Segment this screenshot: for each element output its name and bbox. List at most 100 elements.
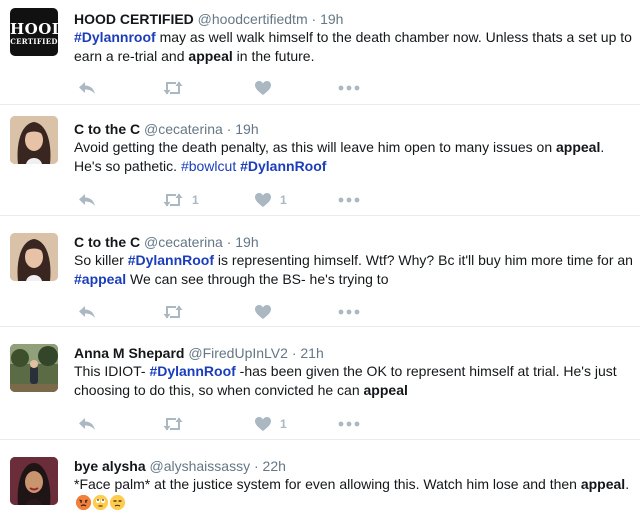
tweet-text: #Dylannroof may as well walk himself to … [74,28,634,66]
retweet-button[interactable]: 1 [162,190,199,210]
reply-button[interactable] [78,190,96,210]
like-count: 1 [280,193,287,207]
tweet-header: C to the C @cecaterina · 19h [74,233,259,251]
timestamp[interactable]: 19h [235,121,258,137]
tweet-actions [74,302,394,322]
retweet-icon [163,417,183,431]
hashtag-link[interactable]: #Dylannroof [74,29,156,45]
more-dots-icon [338,85,360,91]
timestamp[interactable]: 19h [320,11,343,27]
unamused-face-emoji [110,495,125,510]
text-segment: Avoid getting the death penalty, as this… [74,139,556,155]
retweet-button[interactable] [162,302,184,322]
avatar[interactable] [10,116,58,164]
avatar[interactable] [10,457,58,505]
reply-icon [79,306,95,318]
hashtag-link[interactable]: #DylannRoof [128,252,214,268]
tweet[interactable]: C to the C @cecaterina · 19h Avoid getti… [0,106,640,216]
text-segment: *Face palm* at the justice system for ev… [74,476,581,492]
tweet-text: *Face palm* at the justice system for ev… [74,475,634,513]
retweet-count: 1 [192,193,199,207]
text-segment: So killer [74,252,128,268]
tweet-header: HOOD CERTIFIED @hoodcertifiedtm · 19h [74,10,343,28]
tweet-actions [74,78,394,98]
keyword-highlight: appeal [556,139,601,155]
avatar-photo [10,457,58,505]
avatar-photo [10,233,58,281]
heart-icon [255,193,271,207]
text-segment: in the future. [232,48,315,64]
tweet-actions: 1 1 [74,190,394,210]
user-handle[interactable]: @cecaterina [144,121,223,137]
like-button[interactable] [254,302,272,322]
separator: · [311,11,317,27]
keyword-highlight: appeal [363,382,408,398]
text-segment: This IDIOT- [74,363,150,379]
more-dots-icon [338,197,360,203]
tweet[interactable]: C to the C @cecaterina · 19h So killer #… [0,217,640,327]
more-button[interactable] [338,190,360,210]
text-segment: may as well walk himself to the death ch… [74,29,632,64]
avatar-photo [10,344,58,392]
hashtag-link[interactable]: #DylannRoof [149,363,235,379]
tweet-header: bye alysha @alyshaissassy · 22h [74,457,286,475]
avatar[interactable] [10,233,58,281]
reply-button[interactable] [78,302,96,322]
retweet-button[interactable] [162,78,184,98]
angry-face-emoji [76,495,91,510]
display-name[interactable]: bye alysha [74,458,146,474]
hashtag-link[interactable]: #appeal [74,271,126,287]
tweet[interactable]: HOOD CERTIFIED HOOD CERTIFIED @hoodcerti… [0,0,640,105]
like-button[interactable] [254,78,272,98]
text-segment: We can see through the BS- he's trying t… [126,271,389,287]
tweet-actions: 1 [74,414,394,434]
separator: · [226,121,232,137]
user-handle[interactable]: @FiredUpInLV2 [188,345,288,361]
avatar-logo-text-bottom: CERTIFIED [10,37,58,46]
timestamp[interactable]: 19h [235,234,258,250]
user-handle[interactable]: @hoodcertifiedtm [198,11,308,27]
separator: · [226,234,232,250]
display-name[interactable]: Anna M Shepard [74,345,184,361]
reply-button[interactable] [78,78,96,98]
tweet-header: C to the C @cecaterina · 19h [74,120,259,138]
like-button[interactable]: 1 [254,414,287,434]
avatar[interactable]: HOOD CERTIFIED [10,8,58,56]
display-name[interactable]: HOOD CERTIFIED [74,11,194,27]
reply-icon [79,82,95,94]
keyword-highlight: appeal [580,476,626,492]
display-name[interactable]: C to the C [74,234,140,250]
more-dots-icon [338,421,360,427]
like-button[interactable]: 1 [254,190,287,210]
heart-icon [255,305,271,319]
heart-icon [255,81,271,95]
avatar-logo-text-top: HOOD [10,20,58,38]
avatar-photo [10,116,58,164]
avatar[interactable] [10,344,58,392]
tweet[interactable]: Anna M Shepard @FiredUpInLV2 · 21h This … [0,328,640,440]
tweet[interactable]: bye alysha @alyshaissassy · 22h *Face pa… [0,441,640,531]
reply-icon [79,194,95,206]
more-button[interactable] [338,414,360,434]
hashtag-link[interactable]: #DylannRoof [240,158,326,174]
separator: · [291,345,297,361]
display-name[interactable]: C to the C [74,121,140,137]
user-handle[interactable]: @cecaterina [144,234,223,250]
more-button[interactable] [338,302,360,322]
text-segment: . [625,476,630,492]
more-dots-icon [338,309,360,315]
heart-icon [255,417,271,431]
like-count: 1 [280,417,287,431]
tweet-text: Avoid getting the death penalty, as this… [74,138,634,176]
retweet-icon [163,305,183,319]
text-segment: is representing himself. Wtf? Why? Bc it… [214,252,633,268]
reply-icon [79,418,95,430]
timestamp[interactable]: 21h [300,345,323,361]
hashtag-link[interactable]: #bowlcut [181,158,236,174]
user-handle[interactable]: @alyshaissassy [150,458,251,474]
timestamp[interactable]: 22h [263,458,286,474]
retweet-button[interactable] [162,414,184,434]
more-button[interactable] [338,78,360,98]
retweet-icon [163,193,183,207]
reply-button[interactable] [78,414,96,434]
